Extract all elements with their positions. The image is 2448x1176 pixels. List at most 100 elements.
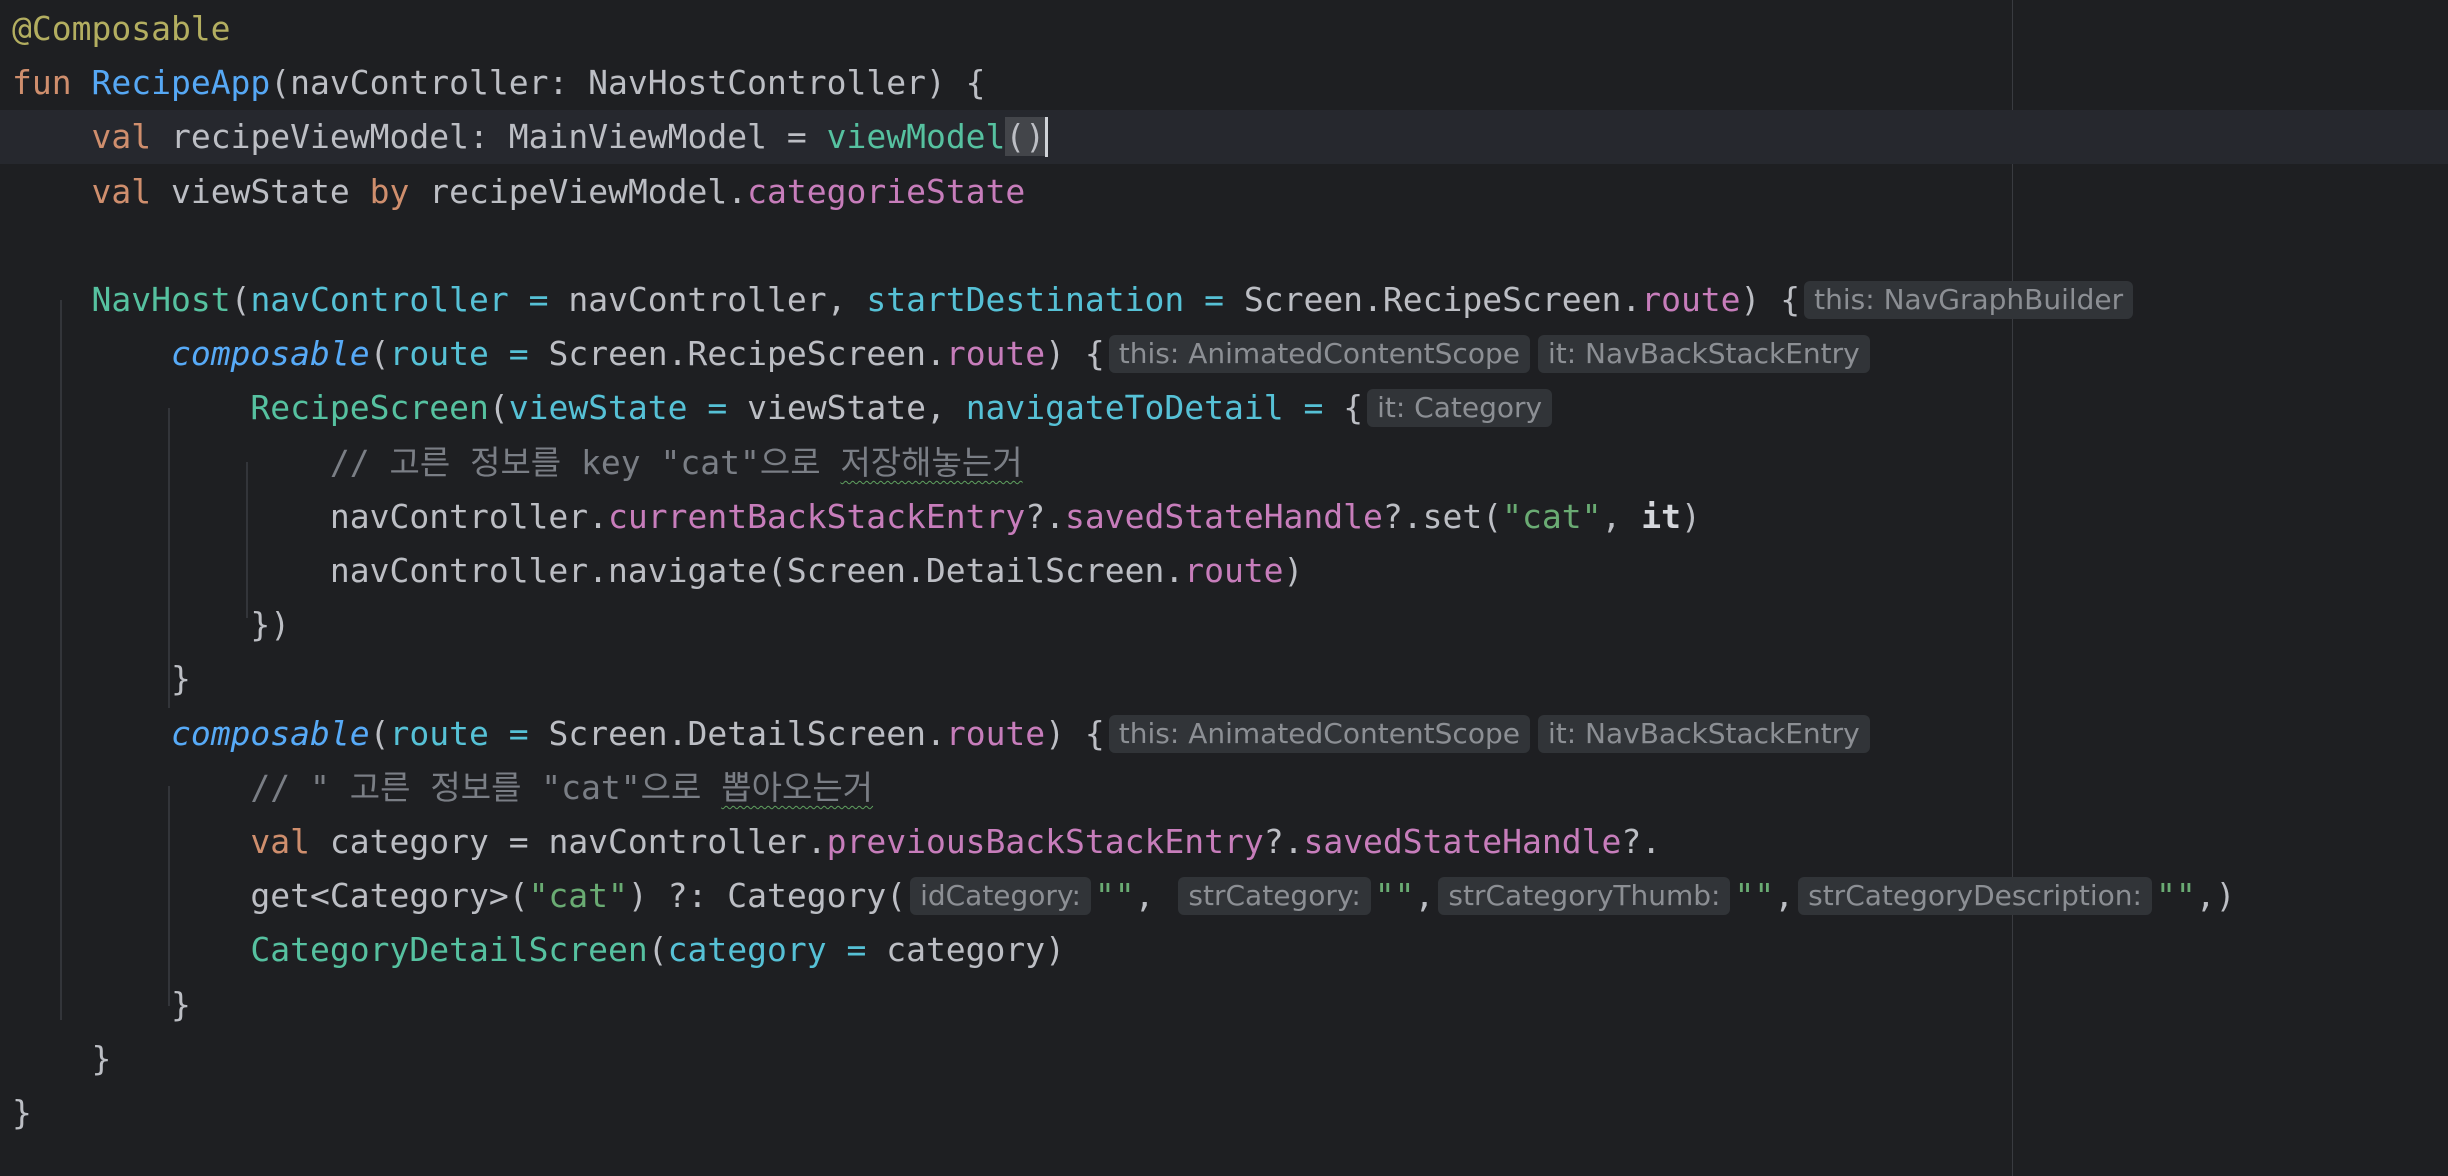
code-token: } bbox=[12, 659, 191, 698]
code-token: } bbox=[12, 1093, 32, 1132]
code-line[interactable]: RecipeScreen(viewState = viewState, navi… bbox=[0, 381, 1556, 435]
code-line[interactable]: } bbox=[0, 1032, 111, 1086]
code-token: ( bbox=[369, 714, 390, 753]
string-literal: "cat" bbox=[1502, 497, 1602, 536]
code-token: }) bbox=[12, 605, 291, 644]
code-comment: 저장해놓는거 bbox=[840, 443, 1023, 482]
code-token: ?. bbox=[1025, 497, 1066, 536]
code-line[interactable]: } bbox=[0, 1086, 32, 1140]
code-token: @Composable bbox=[12, 9, 231, 48]
code-token: route = bbox=[389, 334, 549, 373]
code-editor[interactable]: @Composable fun RecipeApp(navController: … bbox=[0, 0, 2448, 1176]
code-comment: // " 고른 정보를 "cat"으로 bbox=[250, 768, 722, 807]
code-token: () bbox=[1005, 117, 1046, 156]
code-line[interactable]: get<Category>("cat") ?: Category(idCateg… bbox=[0, 869, 2236, 923]
code-token: } bbox=[12, 1039, 112, 1078]
code-token: ) { bbox=[1045, 714, 1105, 753]
code-token: composable bbox=[170, 714, 370, 753]
code-line[interactable]: // 고른 정보를 key "cat"으로 저장해놓는거 bbox=[0, 436, 1023, 490]
code-token: route bbox=[945, 714, 1046, 753]
inlay-hint: this: AnimatedContentScope bbox=[1108, 335, 1530, 373]
code-token: get<Category>( bbox=[12, 876, 529, 915]
code-line[interactable]: val category = navController.previousBac… bbox=[0, 815, 1661, 869]
right-margin-guide bbox=[2012, 0, 2013, 1176]
code-line[interactable]: NavHost(navController = navController, s… bbox=[0, 273, 2137, 327]
keyword: val bbox=[250, 822, 330, 861]
code-token: (navController: NavHostController) { bbox=[270, 63, 986, 102]
code-token: , bbox=[1774, 876, 1795, 915]
code-line[interactable] bbox=[0, 219, 12, 273]
string-literal: "" bbox=[2156, 876, 2196, 915]
string-literal: "" bbox=[1734, 876, 1775, 915]
code-token: , bbox=[1414, 876, 1435, 915]
inlay-hint: it: Category bbox=[1367, 389, 1553, 427]
code-token: CategoryDetailScreen bbox=[250, 930, 648, 969]
code-token: startDestination = bbox=[866, 280, 1244, 319]
code-line[interactable]: navController.navigate(Screen.DetailScre… bbox=[0, 544, 1304, 598]
code-token: ) { bbox=[1045, 334, 1105, 373]
code-line-current[interactable]: val recipeViewModel: MainViewModel = vie… bbox=[0, 110, 2448, 164]
code-token: recipeViewModel: MainViewModel = bbox=[170, 117, 827, 156]
code-token: route bbox=[945, 334, 1046, 373]
code-token: ( bbox=[488, 388, 509, 427]
code-token: viewModel bbox=[826, 117, 1006, 156]
code-token: category = navController. bbox=[329, 822, 827, 861]
code-token: ?. bbox=[1263, 822, 1304, 861]
code-token: ?. bbox=[1621, 822, 1662, 861]
code-token: RecipeApp bbox=[91, 63, 271, 102]
code-line[interactable]: composable(route = Screen.RecipeScreen.r… bbox=[0, 327, 1874, 381]
code-token: navigateToDetail = bbox=[965, 388, 1344, 427]
keyword: val bbox=[91, 117, 171, 156]
inlay-hint: strCategory: bbox=[1178, 877, 1371, 915]
code-token: Screen.RecipeScreen. bbox=[548, 334, 946, 373]
code-token: RecipeScreen bbox=[250, 388, 489, 427]
code-token: viewState bbox=[170, 172, 370, 211]
code-line[interactable]: } bbox=[0, 978, 191, 1032]
code-token: savedStateHandle bbox=[1065, 497, 1383, 536]
code-token: , bbox=[1601, 497, 1642, 536]
code-token: ( bbox=[647, 930, 668, 969]
inlay-hint: strCategoryDescription: bbox=[1798, 877, 2152, 915]
code-token: navController.navigate(Screen.DetailScre… bbox=[12, 551, 1185, 590]
code-token: ( bbox=[230, 280, 251, 319]
code-line[interactable]: composable(route = Screen.DetailScreen.r… bbox=[0, 707, 1874, 761]
code-token: savedStateHandle bbox=[1303, 822, 1622, 861]
code-token: route bbox=[1184, 551, 1284, 590]
inlay-hint: it: NavBackStackEntry bbox=[1537, 335, 1870, 373]
code-line[interactable]: } bbox=[0, 652, 191, 706]
string-literal: "cat" bbox=[528, 876, 628, 915]
code-token: navController. bbox=[12, 497, 609, 536]
code-token: previousBackStackEntry bbox=[826, 822, 1264, 861]
code-token: viewState, bbox=[747, 388, 966, 427]
code-token: ,) bbox=[2195, 876, 2236, 915]
keyword: by bbox=[369, 172, 430, 211]
text-caret bbox=[1045, 117, 1049, 157]
code-line[interactable]: val viewState by recipeViewModel.categor… bbox=[0, 165, 1025, 219]
inlay-hint: strCategoryThumb: bbox=[1438, 877, 1731, 915]
code-line[interactable]: CategoryDetailScreen(category = category… bbox=[0, 923, 1065, 977]
code-line[interactable]: // " 고른 정보를 "cat"으로 뽑아오는거 bbox=[0, 761, 873, 815]
code-token: category) bbox=[886, 930, 1066, 969]
code-line[interactable]: }) bbox=[0, 598, 290, 652]
code-token: composable bbox=[170, 334, 370, 373]
code-line[interactable]: fun RecipeApp(navController: NavHostCont… bbox=[0, 56, 986, 110]
code-token: ) { bbox=[1740, 280, 1801, 319]
code-token: categorieState bbox=[747, 172, 1026, 211]
code-line[interactable]: navController.currentBackStackEntry?.sav… bbox=[0, 490, 1701, 544]
keyword: fun bbox=[12, 63, 92, 102]
keyword: val bbox=[91, 172, 171, 211]
code-token: ?.set( bbox=[1382, 497, 1503, 536]
code-line[interactable]: @Composable bbox=[0, 2, 231, 56]
code-token: viewState = bbox=[508, 388, 748, 427]
code-token: ) bbox=[1680, 497, 1701, 536]
code-token: Screen.DetailScreen. bbox=[548, 714, 946, 753]
code-comment: // 고른 정보를 key "cat"으로 bbox=[329, 443, 841, 482]
code-token: route bbox=[1641, 280, 1741, 319]
